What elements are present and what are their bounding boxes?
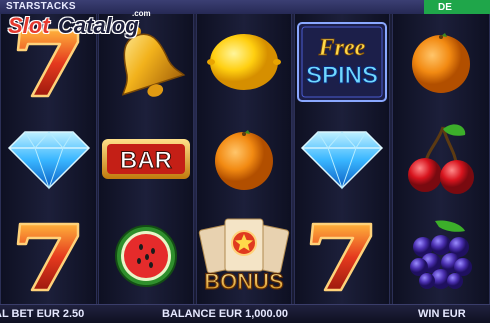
svg-text:BAR: BAR: [120, 147, 172, 174]
total-bet-label: AL BET EUR 2.50: [0, 308, 85, 320]
symbol-watermelon: [99, 208, 193, 304]
svg-text:BONUS: BONUS: [204, 269, 283, 294]
symbol-orange: [393, 14, 489, 110]
symbol-bonus: BONUS: [197, 208, 291, 304]
win-label: WIN EUR: [418, 308, 466, 320]
reel-grid: BAR BONUS Free SPINS: [0, 14, 490, 304]
reel-1: [0, 14, 97, 304]
logo-slot-text: Slot: [8, 13, 50, 38]
symbol-seven: [295, 208, 389, 304]
logo-catalog-text: Catalog: [58, 13, 139, 38]
balance-label: BALANCE EUR 1,000.00: [162, 308, 288, 320]
svg-text:SPINS: SPINS: [306, 62, 378, 89]
reel-5: [392, 14, 490, 304]
logo-com-text: .com: [132, 9, 151, 18]
top-bar: STARSTACKS: [0, 0, 490, 14]
symbol-seven: [1, 208, 96, 304]
reel-4: Free SPINS: [294, 14, 390, 304]
symbol-bar: BAR: [99, 111, 193, 207]
symbol-orange: [197, 111, 291, 207]
game-title: STARSTACKS: [6, 1, 76, 12]
symbol-lemon: [197, 14, 291, 110]
symbol-diamond: [295, 111, 389, 207]
symbol-diamond: [1, 111, 96, 207]
svg-text:Free: Free: [318, 35, 366, 61]
reel-2: BAR: [98, 14, 194, 304]
symbol-grapes: [393, 208, 489, 304]
symbol-free-spins: Free SPINS: [295, 14, 389, 110]
reel-3: BONUS: [196, 14, 292, 304]
symbol-cherry: [393, 111, 489, 207]
bottom-bar: AL BET EUR 2.50 BALANCE EUR 1,000.00 WIN…: [0, 304, 490, 323]
demo-button[interactable]: DE: [424, 0, 490, 15]
